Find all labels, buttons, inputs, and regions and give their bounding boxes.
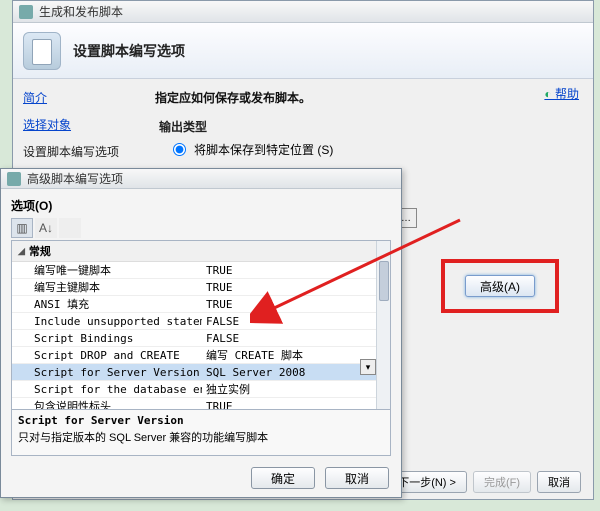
property-row[interactable]: 包含说明性标头TRUE [12,398,390,410]
output-type-label: 输出类型 [159,118,581,135]
categorized-icon[interactable]: ▥ [11,218,33,238]
dialog-cancel-button[interactable]: 取消 [325,467,389,489]
property-value[interactable]: 独立实例 [202,381,390,397]
property-key: Include unsupported statements [12,315,202,328]
radio-save-specific-label: 将脚本保存到特定位置 (S) [194,141,333,158]
property-row[interactable]: Include unsupported statementsFALSE [12,313,390,330]
property-key: Script Bindings [12,332,202,345]
window-title: 生成和发布脚本 [39,3,123,20]
advanced-button[interactable]: 高级(A) [465,275,535,297]
property-key: ANSI 填充 [12,296,202,312]
sidebar-item-select[interactable]: 选择对象 [23,116,133,133]
app-icon [19,5,33,19]
property-key: 包含说明性标头 [12,398,202,410]
radio-save-specific[interactable]: 将脚本保存到特定位置 (S) [173,141,581,158]
advanced-options-dialog: 高级脚本编写选项 选项(O) ▥ A↓ 常规 编写唯一键脚本TRUE编写主键脚本… [0,168,402,498]
dialog-title: 高级脚本编写选项 [27,170,123,187]
finish-button: 完成(F) [473,471,531,493]
sidebar-item-options: 设置脚本编写选项 [23,143,133,160]
dialog-icon [7,172,21,186]
property-row[interactable]: ANSI 填充TRUE [12,296,390,313]
cancel-button[interactable]: 取消 [537,471,581,493]
script-icon [23,32,61,70]
desc-title: Script for Server Version [18,414,384,427]
property-row[interactable]: Script for the database engine独立实例 [12,381,390,398]
sidebar-item-intro[interactable]: 简介 [23,89,133,106]
category-general: 常规 [12,241,390,262]
property-value[interactable]: TRUE [202,298,390,311]
section-title: 指定应如何保存或发布脚本。 [155,89,581,106]
options-label: 选项(O) [11,197,391,214]
page-heading: 设置脚本编写选项 [73,41,185,61]
property-key: Script DROP and CREATE [12,349,202,362]
desc-text: 只对与指定版本的 SQL Server 兼容的功能编写脚本 [18,429,384,445]
radio-save-specific-input[interactable] [173,143,186,156]
property-value[interactable]: TRUE [202,264,390,277]
advanced-highlight: 高级(A) [441,259,559,313]
scrollbar-thumb[interactable] [379,261,389,301]
property-value[interactable]: TRUE [202,281,390,294]
dialog-titlebar[interactable]: 高级脚本编写选项 [1,169,401,189]
property-row[interactable]: Script DROP and CREATE编写 CREATE 脚本 [12,347,390,364]
property-value[interactable]: TRUE [202,400,390,411]
dialog-ok-button[interactable]: 确定 [251,467,315,489]
wizard-header: 设置脚本编写选项 [13,23,593,79]
property-key: Script for Server Version [12,366,202,379]
property-grid[interactable]: 常规 编写唯一键脚本TRUE编写主键脚本TRUEANSI 填充TRUEInclu… [11,240,391,410]
help-link[interactable]: 帮助 [544,85,579,102]
property-row[interactable]: 编写唯一键脚本TRUE [12,262,390,279]
sort-az-icon[interactable]: A↓ [35,218,57,238]
property-row[interactable]: 编写主键脚本TRUE [12,279,390,296]
dropdown-arrow-icon[interactable]: ▾ [360,359,376,375]
property-key: 编写主键脚本 [12,279,202,295]
toolbar-divider [59,218,81,238]
titlebar[interactable]: 生成和发布脚本 [13,1,593,23]
grid-scrollbar[interactable] [376,241,390,409]
description-pane: Script for Server Version 只对与指定版本的 SQL S… [11,410,391,456]
property-key: Script for the database engine [12,383,202,396]
property-row[interactable]: Script for Server VersionSQL Server 2008 [12,364,390,381]
property-key: 编写唯一键脚本 [12,262,202,278]
property-value[interactable]: FALSE [202,315,390,328]
options-toolbar: ▥ A↓ [11,218,391,238]
property-value[interactable]: FALSE [202,332,390,345]
property-row[interactable]: Script BindingsFALSE [12,330,390,347]
